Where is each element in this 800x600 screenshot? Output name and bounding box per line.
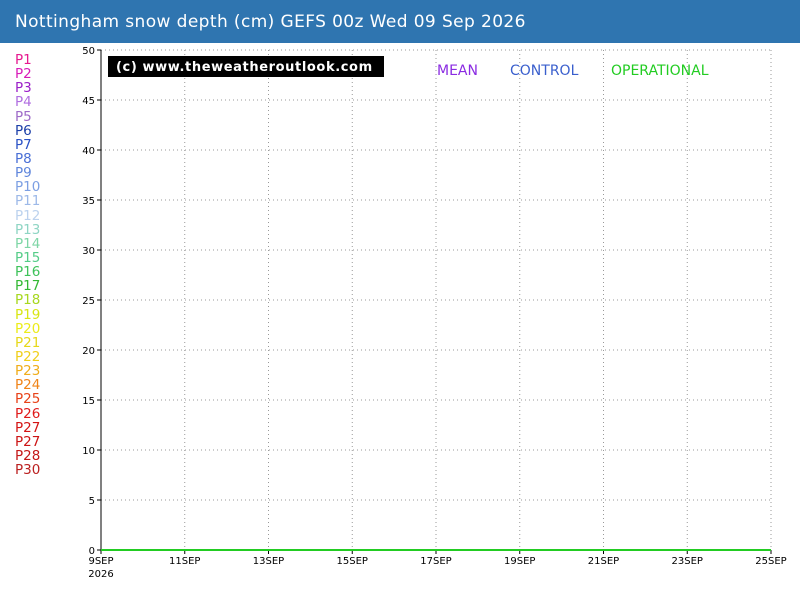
x-tick-label: 13SEP [253,556,284,567]
x-tick-label: 25SEP [755,556,786,567]
x-tick-label: 19SEP [504,556,535,567]
chart-plot-area: 05101520253035404550 9SEP 11SEP 13SEP 15SEP… [82,46,786,580]
x-tick-label: 11SEP [169,556,200,567]
y-tick-label: 50 [82,46,95,57]
y-tick-label: 20 [82,346,95,357]
x-axis-year: 2026 [88,569,113,580]
y-tick-label: 10 [82,446,95,457]
y-tick-label: 35 [82,196,95,207]
y-tick-label: 45 [82,96,95,107]
y-tick-labels: 05101520253035404550 [82,46,95,557]
y-tick-label: 30 [82,246,95,257]
series-legend: MEAN CONTROL OPERATIONAL [437,63,709,79]
legend-control: CONTROL [510,63,579,79]
grid-lines [101,49,772,550]
watermark-box: (c) www.theweatheroutlook.com [108,56,384,77]
y-tick-label: 15 [82,396,95,407]
x-tick-labels: 9SEP 11SEP 13SEP 15SEP 17SEP 19SEP 21SEP 23SEP 2… [88,556,786,580]
y-tick-label: 5 [89,496,95,507]
y-tick-label: 40 [82,146,95,157]
x-tick-label: 9SEP [88,556,113,567]
x-tick-label: 23SEP [672,556,703,567]
legend-mean: MEAN [437,63,478,79]
legend-operational: OPERATIONAL [611,63,709,79]
x-tick-label: 15SEP [337,556,368,567]
axes [97,49,772,554]
watermark-text: (c) www.theweatheroutlook.com [116,60,373,75]
y-tick-label: 25 [82,296,95,307]
x-tick-label: 17SEP [420,556,451,567]
x-tick-label: 21SEP [588,556,619,567]
